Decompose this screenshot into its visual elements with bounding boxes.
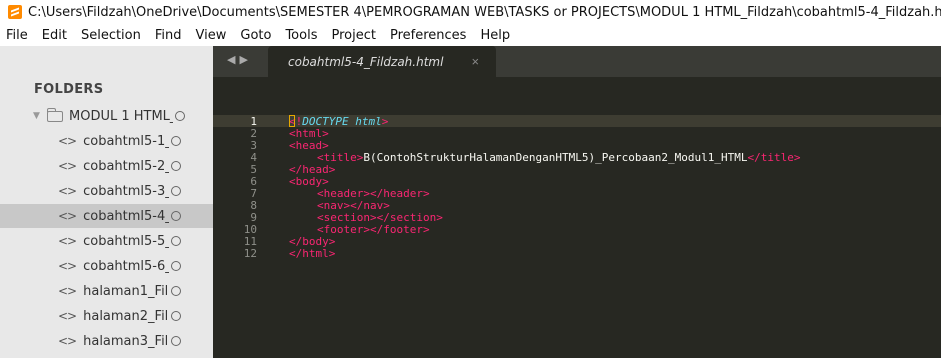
menu-preferences[interactable]: Preferences (390, 28, 466, 43)
tab-title: cobahtml5-4_Fildzah.html (288, 54, 444, 69)
menu-help[interactable]: Help (480, 28, 510, 43)
file-item[interactable]: <> halaman2_Fildzah.html (0, 304, 213, 328)
code-file-icon: <> (58, 334, 77, 348)
file-item[interactable]: <> cobahtml5-1_Fildzah.html (0, 129, 213, 153)
file-item[interactable]: <> halaman3_Fildzah.html (0, 329, 213, 353)
menu-file[interactable]: File (6, 28, 28, 43)
code-file-icon: <> (58, 234, 77, 248)
sublime-text-icon (8, 5, 22, 19)
file-item[interactable]: <> cobahtml5-3_Fildzah.html (0, 179, 213, 203)
menu-project[interactable]: Project (331, 28, 375, 43)
folder-icon (46, 107, 63, 122)
dirty-indicator-icon (171, 286, 182, 296)
dirty-indicator-icon (171, 136, 182, 146)
file-item-selected[interactable]: <> cobahtml5-4_Fildzah.html (0, 204, 213, 228)
dirty-indicator-icon (171, 211, 182, 221)
code-file-icon: <> (58, 184, 77, 198)
dirty-indicator-icon (171, 236, 182, 246)
file-label: halaman3_Fildzah.html (83, 333, 169, 349)
file-item[interactable]: <> cobahtml5-6_Fildzah.html (0, 254, 213, 278)
file-item[interactable]: <> cobahtml5-5_Fildzah.html (0, 229, 213, 253)
code-token: </title> (747, 151, 801, 164)
file-label: halaman1_Fildzah.html (83, 283, 169, 299)
code-file-icon: <> (58, 159, 77, 173)
menu-edit[interactable]: Edit (42, 28, 67, 43)
menu-bar: File Edit Selection Find View Goto Tools… (0, 24, 941, 46)
menu-find[interactable]: Find (155, 28, 182, 43)
file-label: cobahtml5-2_Fildzah.html (83, 158, 170, 174)
file-label: cobahtml5-6_Fildzah.html (83, 258, 170, 274)
dirty-indicator-icon (171, 336, 182, 346)
file-label: cobahtml5-3_Fildzah.html (83, 183, 170, 199)
file-item[interactable]: <> cobahtml5-2_Fildzah.html (0, 154, 213, 178)
menu-tools[interactable]: Tools (285, 28, 317, 43)
folder-item[interactable]: ▼ MODUL 1 HTML_Fildzah (0, 104, 213, 128)
code-file-icon: <> (58, 259, 77, 273)
folder-label: MODUL 1 HTML_Fildzah (69, 108, 173, 124)
text-cursor (289, 115, 295, 127)
code-line: <title>B(ContohStrukturHalamanDenganHTML… (317, 151, 800, 164)
dirty-indicator-icon (175, 111, 185, 121)
file-item[interactable]: <> halaman1_Fildzah.html (0, 279, 213, 303)
file-label: cobahtml5-1_Fildzah.html (83, 133, 170, 149)
file-label: halaman2_Fildzah.html (83, 308, 169, 324)
file-label: cobahtml5-4_Fildzah.html (83, 208, 170, 224)
tab-nav-arrows-icon[interactable]: ◀▶ (227, 53, 252, 66)
close-icon[interactable]: × (471, 54, 479, 69)
code-line: </html> (289, 247, 336, 260)
tab-bar: ◀▶ cobahtml5-4_Fildzah.html × (213, 46, 941, 77)
window-title: C:\Users\Fildzah\OneDrive\Documents\SEME… (28, 4, 941, 20)
dirty-indicator-icon (171, 311, 182, 321)
code-file-icon: <> (58, 134, 77, 148)
tab-active[interactable]: cobahtml5-4_Fildzah.html × (268, 46, 496, 77)
file-label: cobahtml5-5_Fildzah.html (83, 233, 170, 249)
code-editor[interactable]: 1 2 3 4 5 6 7 8 9 10 11 12 <!DOCTYPE htm… (213, 77, 941, 358)
code-token: B(ContohStrukturHalamanDenganHTML5)_Perc… (363, 151, 748, 164)
sidebar: FOLDERS ▼ MODUL 1 HTML_Fildzah <> cobaht… (0, 46, 213, 358)
menu-view[interactable]: View (196, 28, 227, 43)
dirty-indicator-icon (171, 161, 182, 171)
chevron-down-icon[interactable]: ▼ (33, 111, 45, 121)
code-file-icon: <> (58, 209, 77, 223)
menu-selection[interactable]: Selection (81, 28, 141, 43)
folders-header: FOLDERS (34, 82, 104, 97)
dirty-indicator-icon (171, 186, 182, 196)
dirty-indicator-icon (171, 261, 182, 271)
line-gutter: 1 2 3 4 5 6 7 8 9 10 11 12 (213, 77, 269, 358)
menu-goto[interactable]: Goto (240, 28, 271, 43)
code-file-icon: <> (58, 309, 77, 323)
code-token: > (381, 115, 389, 128)
title-bar: C:\Users\Fildzah\OneDrive\Documents\SEME… (0, 0, 941, 24)
code-file-icon: <> (58, 284, 77, 298)
line-number: 12 (243, 247, 257, 260)
